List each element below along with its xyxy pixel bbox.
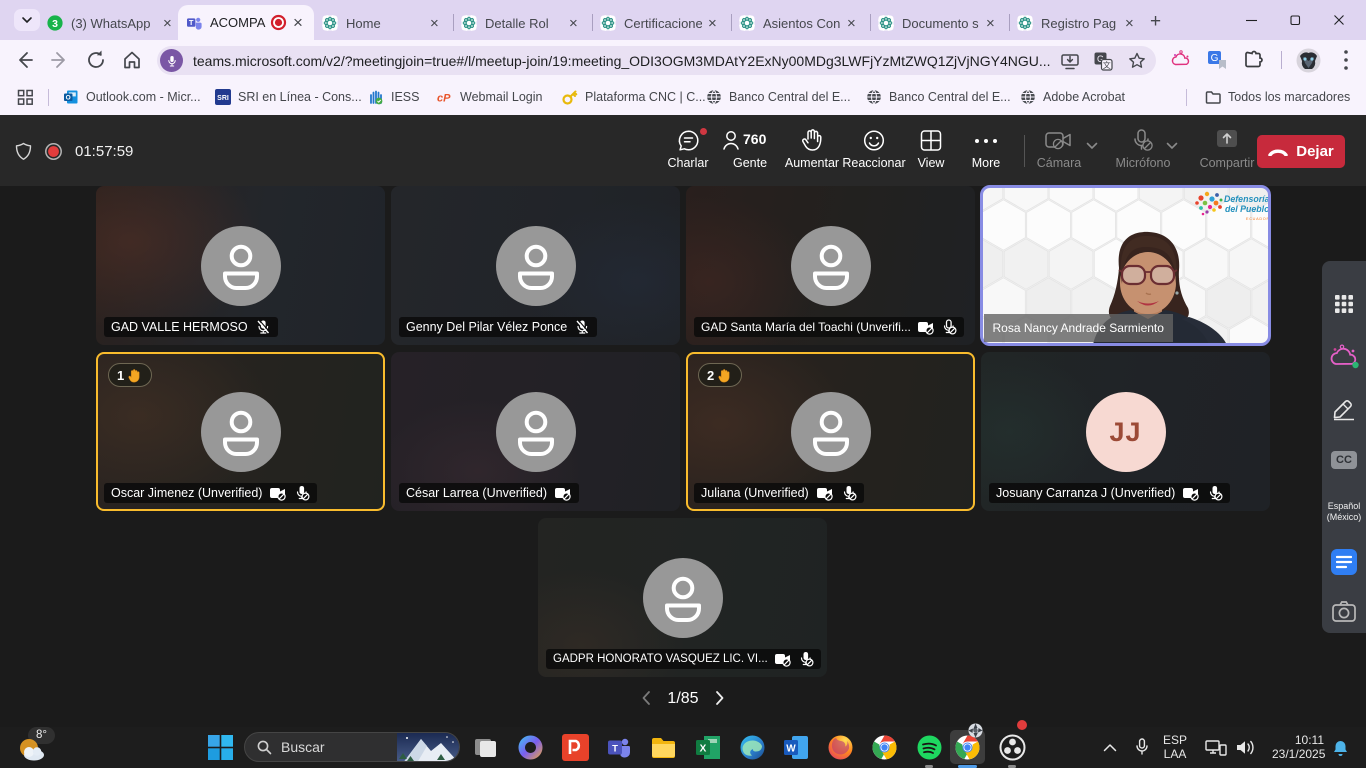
svg-text:T: T [612,744,618,755]
svg-text:G: G [1211,53,1219,64]
svg-text:760: 760 [743,131,767,147]
svg-text:cP: cP [437,93,451,105]
svg-text:O: O [66,95,71,102]
svg-text:T: T [189,18,194,27]
svg-text:del Pueblo: del Pueblo [1225,204,1270,214]
svg-text:SRI: SRI [217,95,229,102]
svg-text:3: 3 [52,18,58,30]
svg-text:X: X [700,744,707,755]
svg-text:Defensoría: Defensoría [1224,194,1270,204]
svg-text:W: W [786,744,796,755]
svg-text:ECUADOR: ECUADOR [1246,217,1270,221]
svg-text:文: 文 [1103,60,1111,70]
